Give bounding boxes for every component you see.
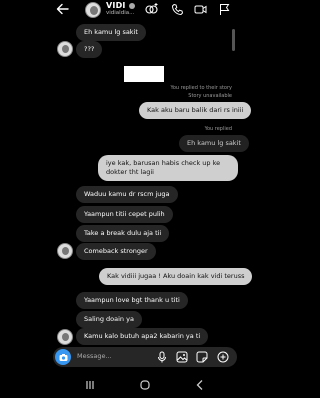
contact-handle: vidialdia... bbox=[106, 10, 135, 16]
sticker-icon[interactable] bbox=[196, 351, 208, 363]
contact-avatar[interactable] bbox=[85, 2, 101, 18]
add-icon[interactable] bbox=[217, 351, 229, 363]
message-input[interactable]: Message... bbox=[77, 352, 112, 360]
contact-avatar-small[interactable] bbox=[57, 329, 73, 345]
phone-icon[interactable] bbox=[171, 3, 184, 16]
story-thumbnail[interactable] bbox=[124, 66, 164, 82]
message-bubble[interactable]: Saling doain ya bbox=[76, 311, 142, 328]
back-arrow-icon[interactable] bbox=[56, 2, 70, 16]
story-reply-label: You replied to their story bbox=[170, 85, 232, 91]
video-call-icon[interactable] bbox=[194, 3, 207, 16]
message-bubble[interactable]: Kak aku baru balik dari rs iniii bbox=[139, 102, 252, 119]
message-bubble[interactable]: Yaampun titii cepet pulih bbox=[76, 206, 173, 223]
message-bubble[interactable]: ??? bbox=[76, 41, 103, 58]
story-unavailable-label: Story unavailable bbox=[188, 93, 232, 99]
message-bubble[interactable]: Yaampun love bgt thank u titi bbox=[76, 292, 188, 309]
message-bubble[interactable]: Eh kamu lg sakit bbox=[76, 24, 146, 41]
message-bubble[interactable]: Comeback stronger bbox=[76, 243, 156, 260]
camera-icon[interactable] bbox=[55, 349, 71, 365]
home-icon[interactable] bbox=[138, 378, 152, 392]
microphone-icon[interactable] bbox=[156, 351, 168, 363]
message-bubble[interactable]: Take a break dulu aja tii bbox=[76, 225, 170, 242]
message-bubble[interactable]: Kak vidiii jugaa ! Aku doain kak vidi te… bbox=[99, 268, 253, 285]
contact-name[interactable]: VIDI bbox=[106, 1, 135, 10]
quoted-message[interactable]: Eh kamu lg sakit bbox=[179, 135, 249, 152]
gallery-icon[interactable] bbox=[176, 351, 188, 363]
add-people-icon[interactable] bbox=[145, 3, 158, 16]
nav-back-icon[interactable] bbox=[193, 378, 207, 392]
scrollbar[interactable] bbox=[232, 29, 235, 51]
contact-avatar-small[interactable] bbox=[57, 243, 73, 259]
chat-header: VIDI vidialdia... bbox=[0, 0, 300, 20]
message-composer[interactable]: Message... bbox=[53, 347, 237, 367]
contact-avatar-small[interactable] bbox=[57, 41, 73, 57]
system-nav-bar bbox=[0, 373, 300, 398]
you-replied-label: You replied bbox=[204, 126, 232, 132]
message-bubble[interactable]: iye kak, barusan habis check up ke dokte… bbox=[98, 155, 238, 181]
message-bubble[interactable]: Waduu kamu dr rscm juga bbox=[76, 186, 178, 203]
recent-apps-icon[interactable] bbox=[83, 378, 97, 392]
verified-icon bbox=[128, 2, 135, 9]
flag-icon[interactable] bbox=[218, 3, 231, 16]
message-bubble[interactable]: Kamu kalo butuh apa2 kabarin ya ti bbox=[76, 328, 209, 345]
